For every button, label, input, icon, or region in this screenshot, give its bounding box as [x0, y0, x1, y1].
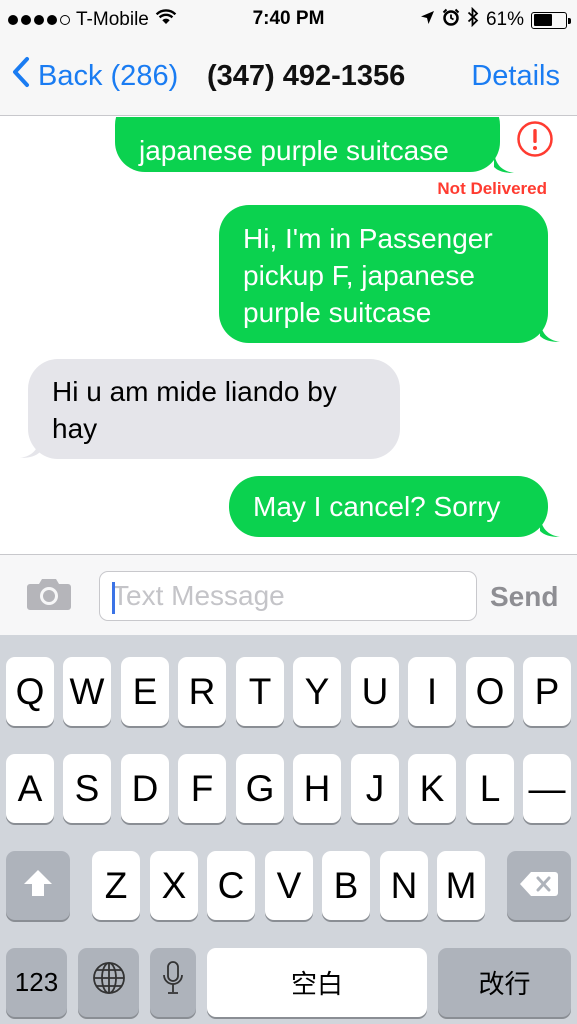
key-y[interactable]: Y	[293, 657, 341, 726]
not-delivered-status: Not Delivered	[437, 179, 547, 198]
backspace-icon	[519, 865, 559, 907]
battery-level-fill	[533, 14, 553, 26]
key-g[interactable]: G	[236, 754, 284, 823]
message-text-input[interactable]	[99, 571, 477, 621]
key-w[interactable]: W	[63, 657, 111, 726]
key-dash[interactable]: —	[523, 754, 571, 823]
message-line: purple suitcase	[243, 297, 432, 328]
alarm-clock-icon	[442, 8, 460, 32]
key-o[interactable]: O	[466, 657, 514, 726]
message-text: May I cancel? Sorry	[253, 491, 501, 522]
bubble-tail	[20, 438, 40, 458]
details-button[interactable]: Details	[471, 60, 560, 93]
message-bubble-outgoing[interactable]: Hi, I'm in Passenger pickup F, japanese …	[219, 205, 548, 343]
message-bubble-incoming[interactable]: Hi u am mide liando by hay	[28, 359, 400, 459]
numbers-key[interactable]: 123	[6, 948, 67, 1017]
message-bubble-outgoing[interactable]: japanese purple suitcase	[115, 117, 500, 172]
battery-icon	[531, 11, 571, 29]
return-key[interactable]: 改行	[438, 948, 571, 1017]
key-j[interactable]: J	[351, 754, 399, 823]
space-key[interactable]: 空白	[207, 948, 427, 1017]
message-bubble-outgoing[interactable]: May I cancel? Sorry	[229, 476, 548, 537]
contact-phone-title: (347) 492-1356	[207, 60, 406, 92]
key-h[interactable]: H	[293, 754, 341, 823]
shift-key[interactable]	[6, 851, 70, 920]
navigation-bar: Back (286) (347) 492-1356 Details	[0, 40, 577, 116]
shift-arrow-icon	[22, 865, 54, 907]
camera-icon[interactable]	[26, 577, 72, 616]
key-e[interactable]: E	[121, 657, 169, 726]
status-right: 61%	[420, 6, 571, 33]
key-u[interactable]: U	[351, 657, 399, 726]
keyboard: Q W E R T Y U I O P A S D F G H J K L — …	[0, 635, 577, 1024]
key-n[interactable]: N	[380, 851, 428, 920]
key-p[interactable]: P	[523, 657, 571, 726]
message-text: japanese purple suitcase	[139, 135, 449, 166]
message-line: Hi, I'm in Passenger	[243, 223, 493, 254]
bubble-tail	[540, 322, 560, 342]
key-d[interactable]: D	[121, 754, 169, 823]
message-line: Hi u am mide liando by	[52, 376, 337, 407]
back-button[interactable]: Back (286)	[12, 56, 178, 96]
key-r[interactable]: R	[178, 657, 226, 726]
dictation-key[interactable]	[150, 948, 196, 1017]
text-cursor	[112, 582, 115, 614]
bluetooth-icon	[467, 6, 479, 33]
key-k[interactable]: K	[408, 754, 456, 823]
send-button[interactable]: Send	[490, 581, 558, 613]
key-x[interactable]: X	[150, 851, 198, 920]
key-q[interactable]: Q	[6, 657, 54, 726]
key-m[interactable]: M	[437, 851, 485, 920]
key-t[interactable]: T	[236, 657, 284, 726]
key-c[interactable]: C	[207, 851, 255, 920]
delete-key[interactable]	[507, 851, 571, 920]
globe-icon	[91, 960, 127, 1005]
key-a[interactable]: A	[6, 754, 54, 823]
key-b[interactable]: B	[322, 851, 370, 920]
key-s[interactable]: S	[63, 754, 111, 823]
conversation-view[interactable]: japanese purple suitcase Not Delivered H…	[0, 117, 577, 554]
key-i[interactable]: I	[408, 657, 456, 726]
chevron-left-icon	[12, 56, 30, 96]
key-l[interactable]: L	[466, 754, 514, 823]
key-f[interactable]: F	[178, 754, 226, 823]
key-v[interactable]: V	[265, 851, 313, 920]
globe-key[interactable]	[78, 948, 139, 1017]
battery-percent: 61%	[485, 9, 524, 30]
message-input-bar: Send	[0, 554, 577, 635]
bubble-tail	[494, 153, 514, 173]
location-arrow-icon	[420, 9, 435, 31]
error-alert-icon[interactable]	[516, 120, 554, 158]
message-line: hay	[52, 413, 98, 444]
key-z[interactable]: Z	[92, 851, 140, 920]
bubble-tail	[540, 517, 560, 537]
microphone-icon	[162, 960, 184, 1005]
back-button-label: Back (286)	[38, 59, 179, 92]
message-line: pickup F, japanese	[243, 260, 475, 291]
status-bar: T-Mobile 7:40 PM 61%	[0, 0, 577, 40]
